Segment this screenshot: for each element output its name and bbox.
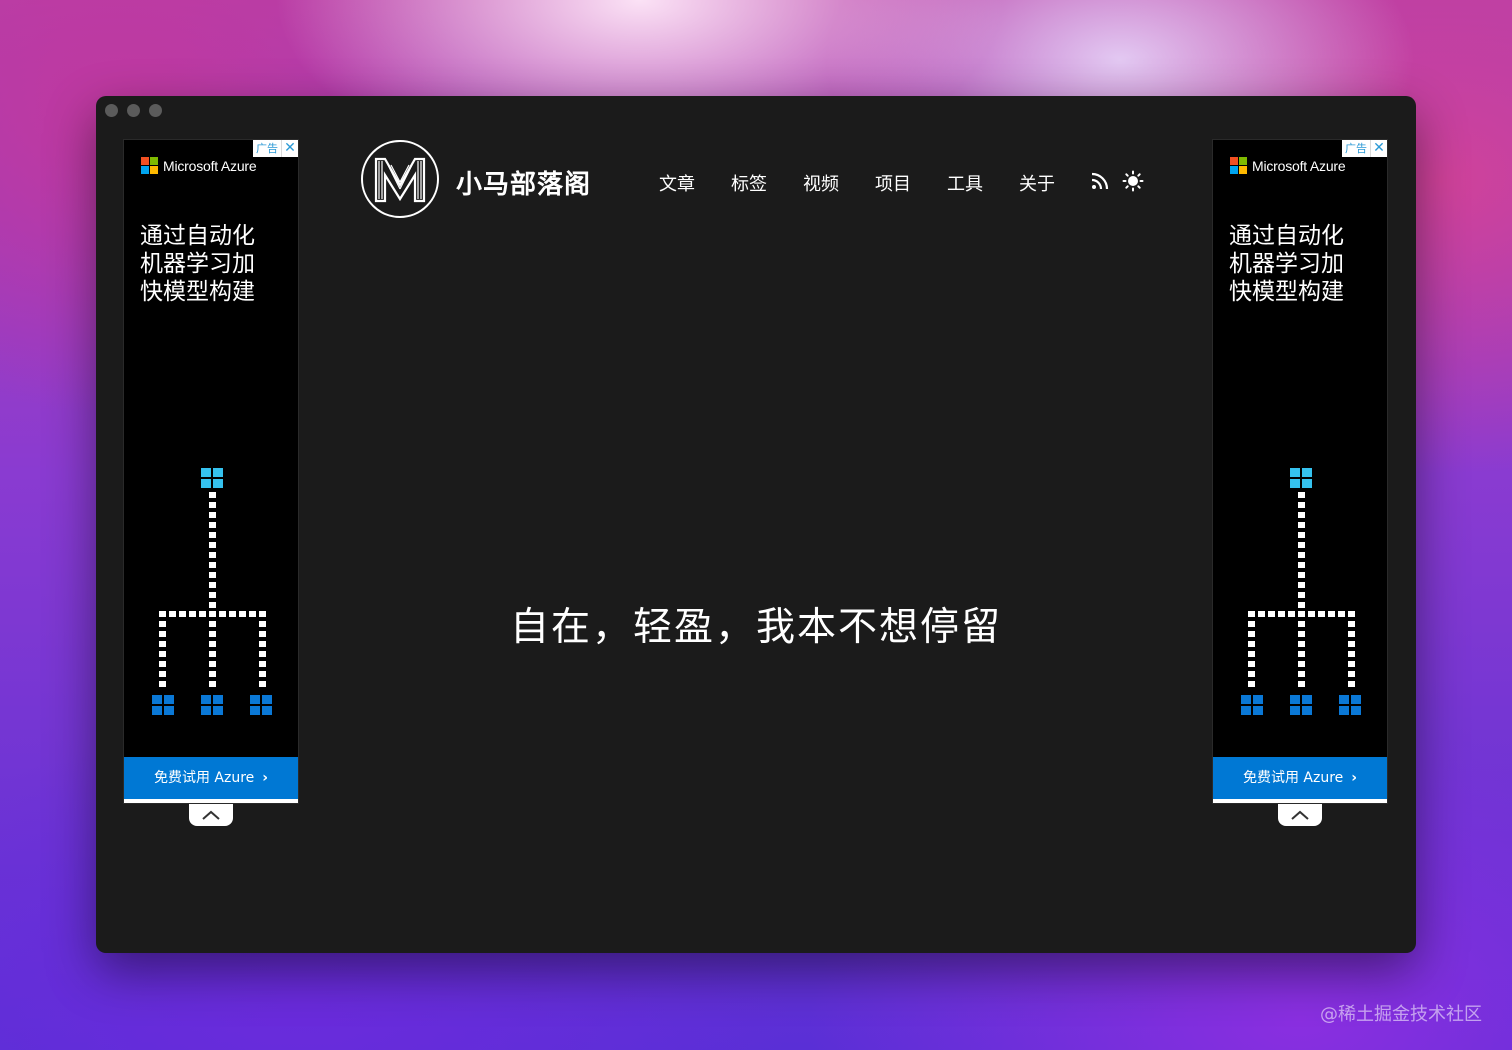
ad-cta-label: 免费试用 Azure	[153, 770, 255, 786]
ad-headline-line: 快模型构建	[1229, 279, 1344, 305]
ad-headline-line: 通过自动化	[140, 223, 255, 249]
ad-headline-line: 机器学习加	[140, 251, 255, 277]
zoom-window-button[interactable]	[149, 104, 162, 117]
close-window-button[interactable]	[105, 104, 118, 117]
close-icon[interactable]: ✕	[281, 140, 298, 157]
microsoft-logo-icon	[141, 157, 158, 174]
side-ad-right[interactable]: 广告 ✕ Microsoft Azure 通过自动化 机器学习加 快模型构建 免…	[1212, 139, 1388, 804]
ad-brand-name: Microsoft Azure	[163, 157, 257, 174]
sun-icon[interactable]	[1122, 170, 1144, 192]
ad-cta-label: 免费试用 Azure	[1242, 770, 1344, 786]
nav-item-tools[interactable]: 工具	[947, 170, 983, 196]
ad-cta-button[interactable]: 免费试用 Azure ›	[124, 757, 298, 803]
minimize-window-button[interactable]	[127, 104, 140, 117]
nav-item-projects[interactable]: 项目	[875, 170, 911, 196]
site-logo[interactable]	[361, 140, 439, 218]
ml-tree-graphic-icon	[1241, 468, 1361, 715]
ad-headline-line: 快模型构建	[140, 279, 255, 305]
nav-item-articles[interactable]: 文章	[659, 170, 695, 196]
microsoft-logo-icon	[1230, 157, 1247, 174]
nav-icons	[1090, 170, 1144, 192]
ml-tree-graphic-icon	[152, 468, 272, 715]
main-nav: 文章 标签 视频 项目 工具 关于	[659, 170, 1055, 196]
rss-icon[interactable]	[1090, 171, 1110, 191]
window-controls	[105, 104, 162, 117]
ad-badge[interactable]: 广告 ✕	[253, 140, 298, 157]
ad-headline-line: 机器学习加	[1229, 251, 1344, 277]
nav-item-about[interactable]: 关于	[1019, 170, 1055, 196]
ad-brand: Microsoft Azure	[1230, 157, 1346, 174]
ad-label: 广告	[1345, 142, 1367, 155]
watermark: @稀土掘金技术社区	[1320, 1004, 1482, 1025]
ad-collapse-button[interactable]	[189, 804, 233, 826]
ad-headline-line: 通过自动化	[1229, 223, 1344, 249]
browser-window: 广告 ✕ Microsoft Azure 通过自动化 机器学习加 快模型构建 免…	[96, 96, 1416, 953]
chevron-up-icon	[1291, 810, 1309, 820]
ad-brand: Microsoft Azure	[141, 157, 257, 174]
ad-cta-button[interactable]: 免费试用 Azure ›	[1213, 757, 1387, 803]
ad-label: 广告	[256, 142, 278, 155]
chevron-up-icon	[202, 810, 220, 820]
close-icon[interactable]: ✕	[1370, 140, 1387, 157]
side-ad-left[interactable]: 广告 ✕ Microsoft Azure 通过自动化 机器学习加 快模型构建 免…	[123, 139, 299, 804]
ad-brand-name: Microsoft Azure	[1252, 157, 1346, 174]
nav-item-videos[interactable]: 视频	[803, 170, 839, 196]
ad-headline: 通过自动化 机器学习加 快模型构建	[1229, 222, 1359, 306]
ad-headline: 通过自动化 机器学习加 快模型构建	[140, 222, 270, 306]
chevron-right-icon: ›	[262, 770, 269, 786]
nav-item-tags[interactable]: 标签	[731, 170, 767, 196]
site-title[interactable]: 小马部落阁	[456, 164, 591, 201]
ad-badge[interactable]: 广告 ✕	[1342, 140, 1387, 157]
chevron-right-icon: ›	[1351, 770, 1358, 786]
ad-collapse-button[interactable]	[1278, 804, 1322, 826]
site-logo-m-icon	[374, 157, 426, 203]
